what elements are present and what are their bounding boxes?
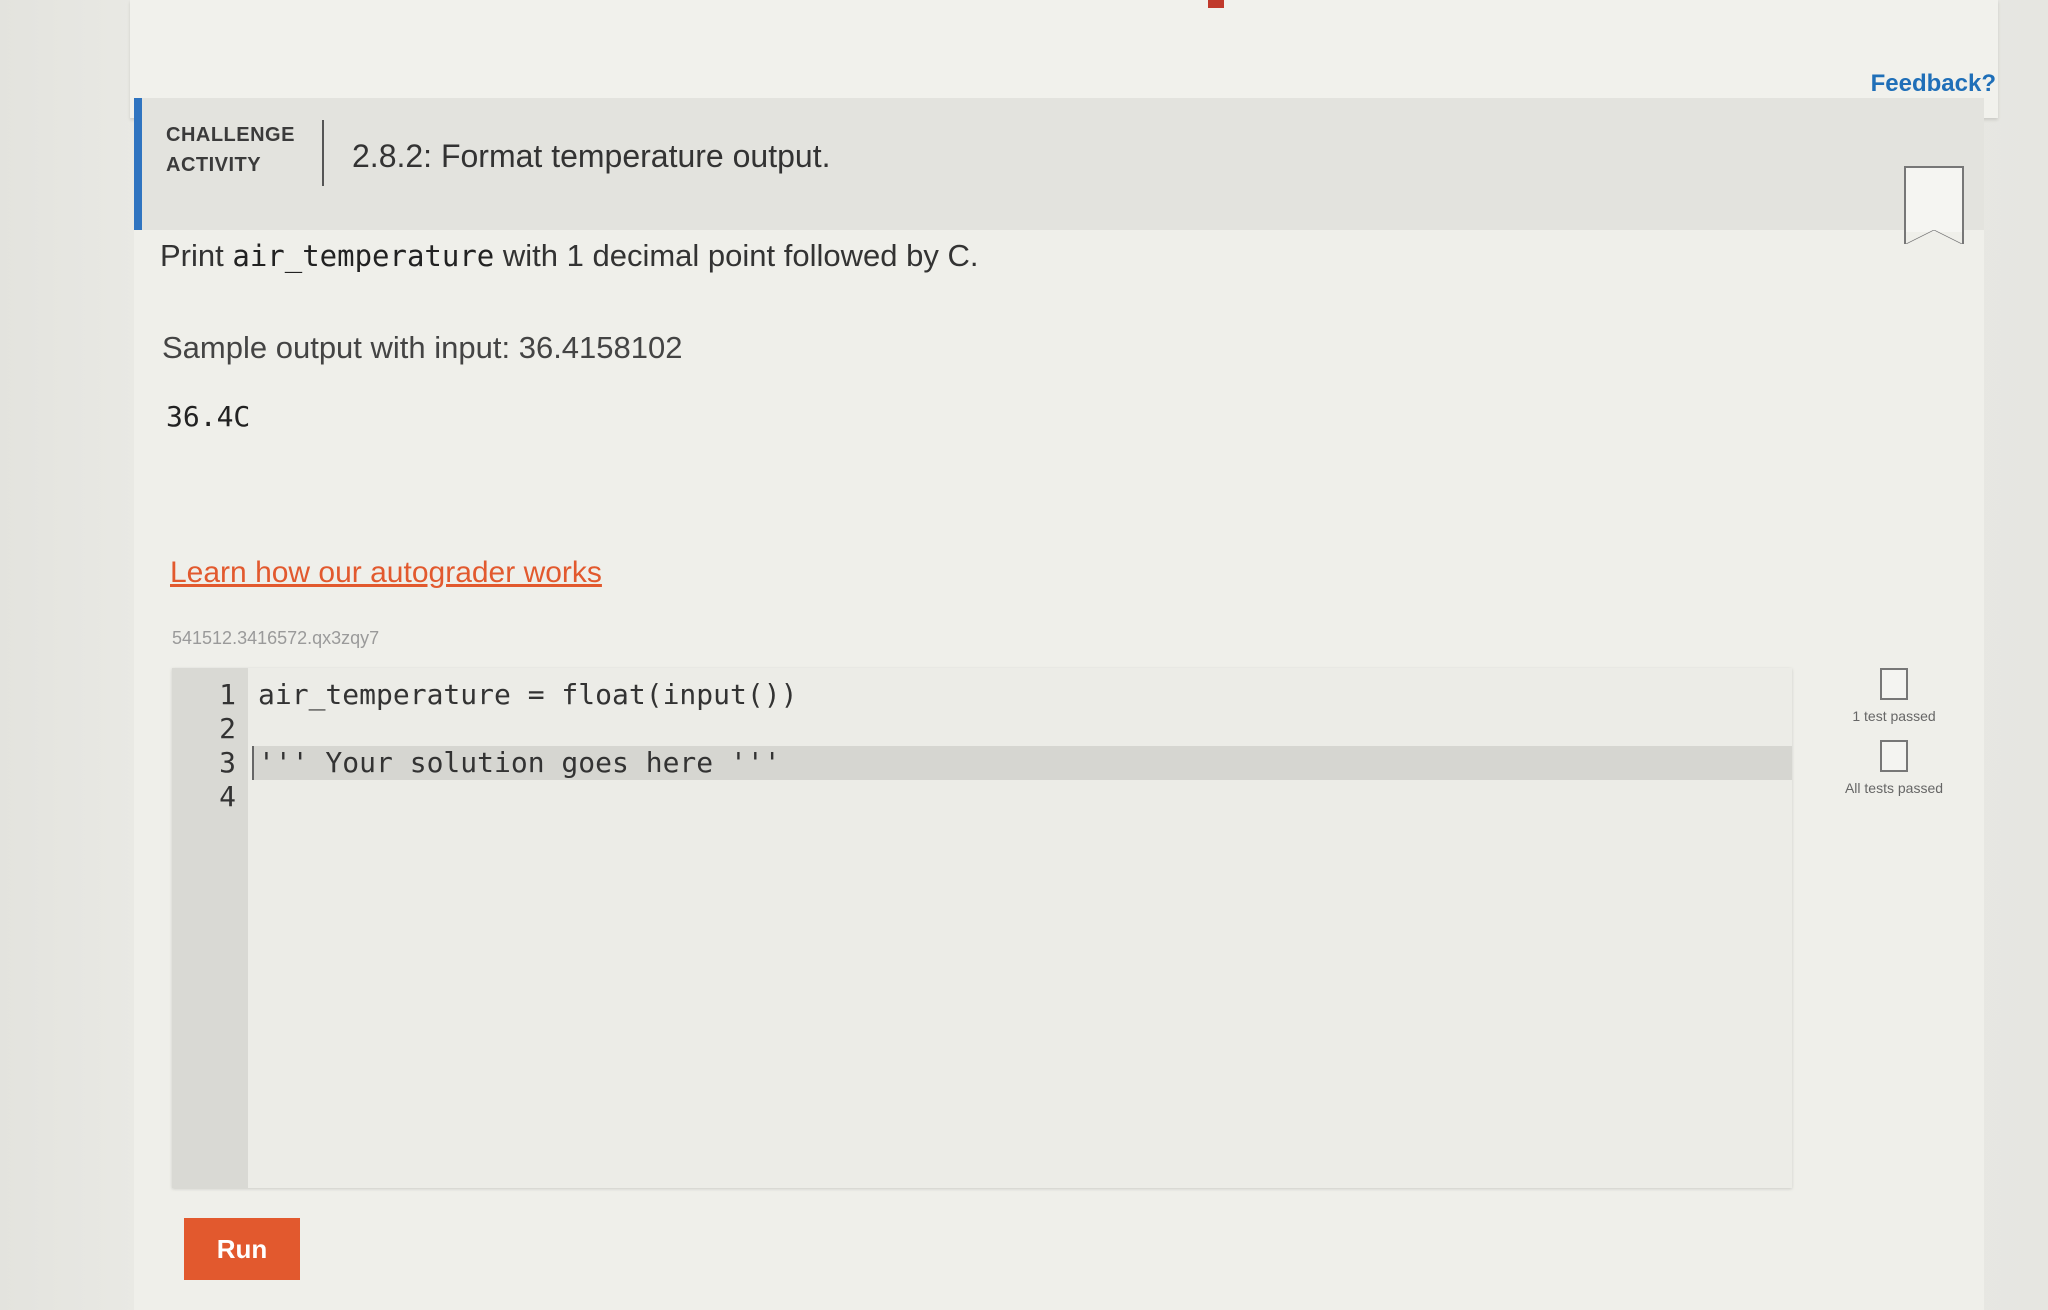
challenge-activity-panel: CHALLENGE ACTIVITY 2.8.2: Format tempera…	[134, 98, 1984, 1310]
header-divider	[322, 120, 324, 186]
feedback-link[interactable]: Feedback?	[1871, 70, 1996, 98]
line-number: 3	[219, 746, 236, 779]
activity-type-line2: ACTIVITY	[166, 154, 262, 176]
code-lines[interactable]: air_temperature = float(input()) ''' Your…	[252, 678, 1792, 814]
code-line[interactable]: ''' Your solution goes here '''	[252, 746, 1792, 780]
code-line[interactable]	[252, 780, 1792, 814]
all-tests-checkbox-icon	[1880, 740, 1908, 772]
sample-label: Sample output with input: 36.4158102	[162, 330, 683, 365]
all-tests-label: All tests passed	[1844, 780, 1944, 796]
test-status: 1 test passed All tests passed	[1844, 668, 1944, 812]
line-number: 1	[219, 678, 236, 711]
activity-header: CHALLENGE ACTIVITY 2.8.2: Format tempera…	[134, 98, 1984, 244]
autograder-link[interactable]: Learn how our autograder works	[170, 556, 602, 590]
activity-title: 2.8.2: Format temperature output.	[352, 138, 831, 174]
code-line[interactable]: air_temperature = float(input())	[252, 678, 1792, 712]
activity-type-label: CHALLENGE ACTIVITY	[166, 120, 295, 180]
line-numbers: 1234	[219, 678, 236, 814]
progress-marker	[1208, 0, 1224, 8]
activity-type-line1: CHALLENGE	[166, 124, 295, 146]
line-number: 4	[219, 780, 236, 813]
one-test-checkbox-icon	[1880, 668, 1908, 700]
screen-background: CHALLENGE ACTIVITY 2.8.2: Format tempera…	[0, 0, 2048, 1310]
instructions: Print air_temperature with 1 decimal poi…	[160, 238, 978, 274]
line-number-gutter: 1234	[172, 668, 248, 1188]
instructions-prefix: Print	[160, 238, 233, 273]
instructions-suffix: with 1 decimal point followed by C.	[494, 238, 979, 273]
code-id: 541512.3416572.qx3zqy7	[172, 628, 380, 648]
line-number: 2	[219, 712, 236, 745]
run-button[interactable]: Run	[184, 1218, 300, 1280]
code-editor[interactable]: 1234 air_temperature = float(input()) '''…	[172, 668, 1792, 1188]
code-line[interactable]	[252, 712, 1792, 746]
completion-badge-icon	[1904, 166, 1964, 244]
sample-output: 36.4C	[166, 400, 251, 433]
instructions-variable: air_temperature	[232, 239, 495, 273]
one-test-label: 1 test passed	[1852, 708, 1936, 724]
